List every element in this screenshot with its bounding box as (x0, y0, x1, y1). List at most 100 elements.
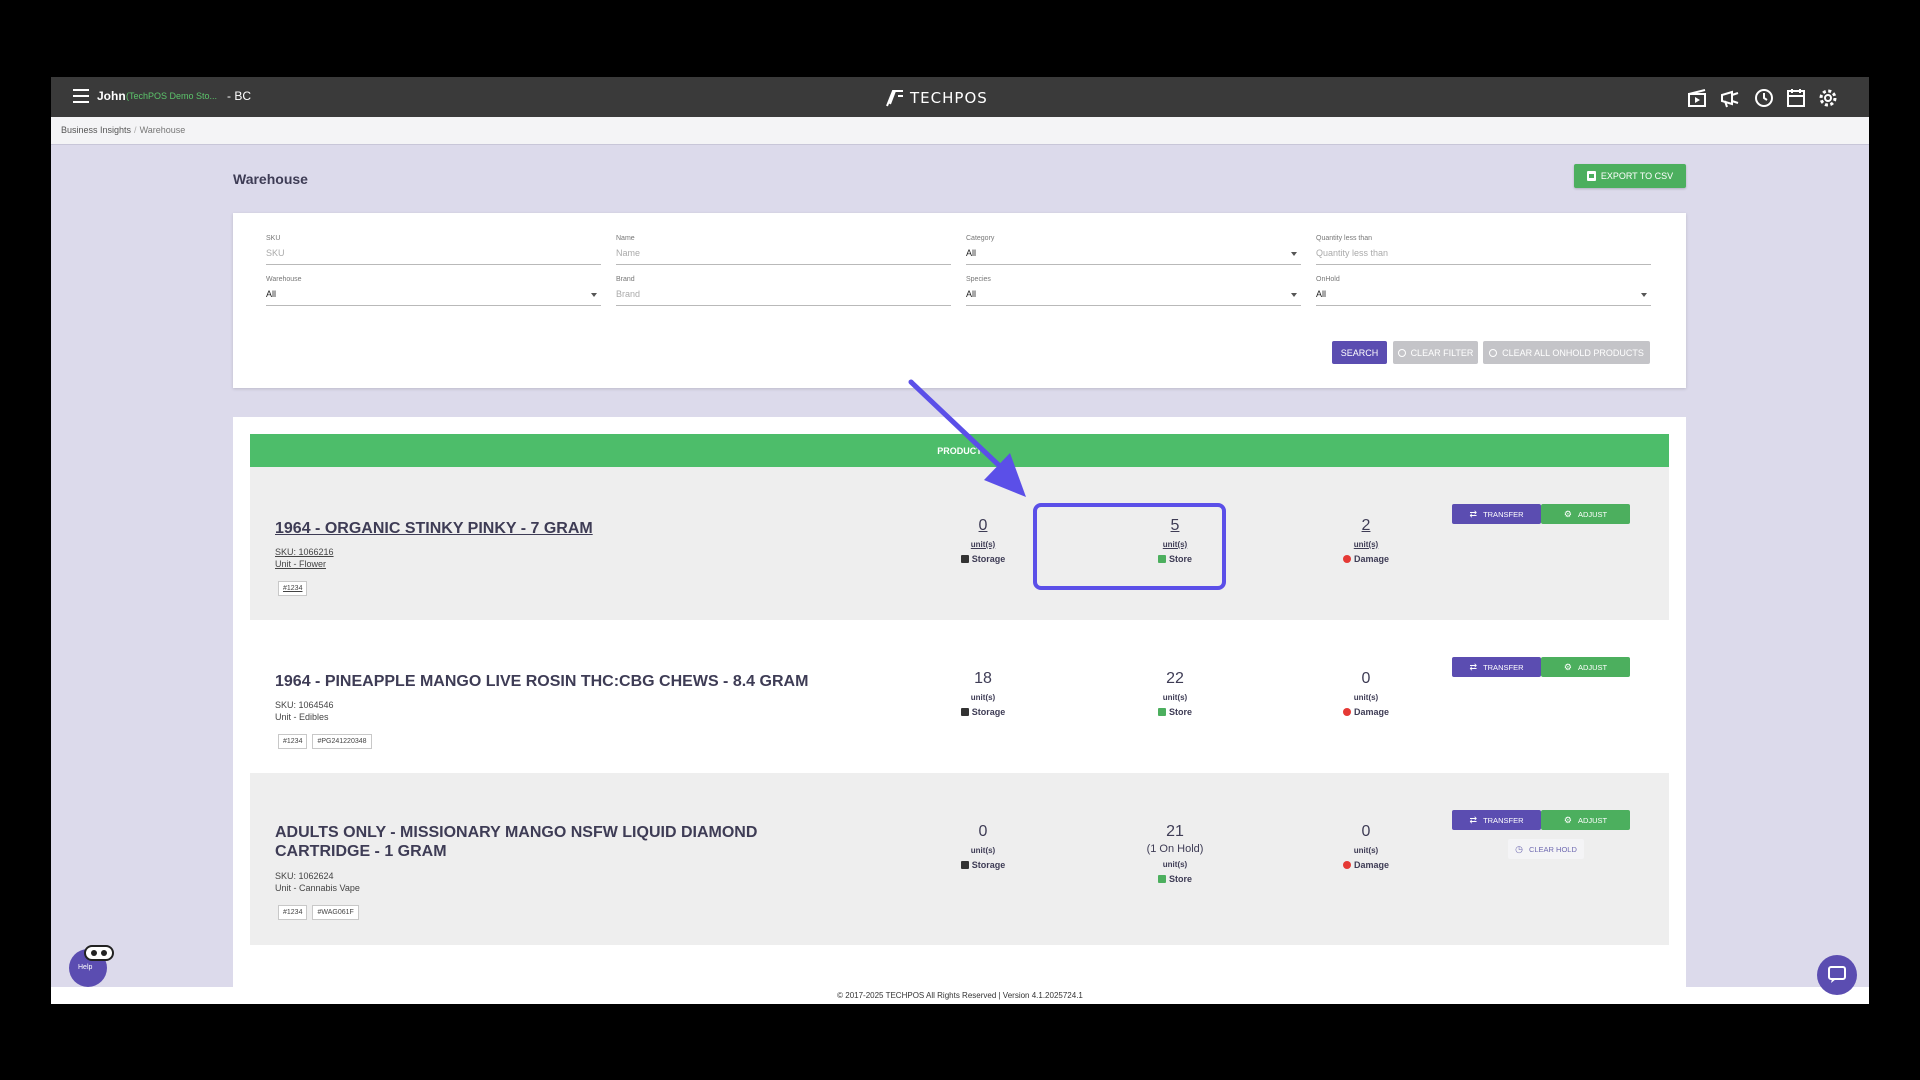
tag-list: #1234 #WAG061F (278, 905, 359, 920)
adjust-label: ADJUST (1577, 815, 1608, 825)
adjust-button[interactable]: ⚙ ADJUST (1541, 504, 1630, 524)
product-row: 1964 - PINEAPPLE MANGO LIVE ROSIN THC:CB… (250, 620, 1669, 773)
quantity-less-than-field[interactable]: Quantity less than Quantity less than (1316, 235, 1651, 265)
storage-count: 0 (978, 823, 988, 840)
storage-icon (960, 555, 969, 563)
gear-icon: ⚙ (1563, 508, 1572, 519)
export-csv-button[interactable]: EXPORT TO CSV (1574, 164, 1686, 188)
filter-panel: SKU SKU Name Name Category All Quantity … (233, 213, 1686, 388)
breadcrumb-current: Warehouse (139, 125, 186, 135)
sku-input[interactable]: SKU (266, 248, 285, 258)
store-text: Store (1168, 874, 1192, 884)
chat-button[interactable] (1817, 955, 1857, 995)
transfer-label: TRANSFER (1483, 509, 1524, 519)
storage-qty: 0 unit(s) Storage (918, 823, 1048, 870)
swap-icon: ⇄ (1469, 661, 1478, 672)
store-qty: 22 unit(s) Store (1110, 670, 1240, 717)
storage-label: Storage (918, 860, 1048, 870)
store-qty: 21 (1 On Hold) unit(s) Store (1110, 823, 1240, 884)
transfer-button[interactable]: ⇄ TRANSFER (1452, 504, 1541, 524)
onhold-select[interactable]: OnHold All (1316, 276, 1651, 306)
adjust-button[interactable]: ⚙ ADJUST (1541, 657, 1630, 677)
transfer-button[interactable]: ⇄ TRANSFER (1452, 810, 1541, 830)
megaphone-icon[interactable] (1719, 87, 1741, 109)
damage-label: Damage (1301, 554, 1431, 564)
chevron-down-icon (591, 293, 597, 297)
page-title: Warehouse (233, 171, 308, 187)
brand-field[interactable]: Brand Brand (616, 276, 951, 306)
store-icon (1157, 708, 1166, 716)
app-window: John (TechPOS Demo Sto... - BC TECHPOS B… (51, 77, 1869, 1004)
footer: © 2017-2025 TECHPOS All Rights Reserved … (51, 987, 1869, 1004)
product-row: ADULTS ONLY - MISSIONARY MANGO NSFW LIQU… (250, 773, 1669, 945)
storage-label: Storage (918, 554, 1048, 564)
damage-text: Damage (1353, 707, 1389, 717)
name-field[interactable]: Name Name (616, 235, 951, 265)
clear-filter-label: CLEAR FILTER (1410, 347, 1474, 358)
storage-count-link[interactable]: 0 (918, 517, 1048, 535)
product-name[interactable]: ADULTS ONLY - MISSIONARY MANGO NSFW LIQU… (275, 823, 815, 861)
damage-count: 0 (1361, 823, 1371, 840)
units-label: unit(s) (1353, 540, 1379, 549)
warehouse-select[interactable]: Warehouse All (266, 276, 601, 306)
calendar-icon[interactable] (1785, 87, 1807, 109)
store-label: Store (1110, 874, 1240, 884)
tag[interactable]: #1234 (278, 905, 308, 920)
product-name[interactable]: 1964 - PINEAPPLE MANGO LIVE ROSIN THC:CB… (275, 672, 875, 691)
brand-label: Brand (616, 276, 635, 283)
clear-filter-button[interactable]: CLEAR FILTER (1393, 341, 1478, 364)
tag-list: #1234 (278, 581, 308, 596)
sku-label: SKU (266, 235, 281, 242)
store-icon (1157, 875, 1166, 883)
name-label: Name (616, 235, 635, 242)
clock-icon[interactable] (1753, 87, 1775, 109)
tag[interactable]: #WAG061F (312, 905, 359, 920)
damage-qty: 0 unit(s) Damage (1301, 823, 1431, 870)
search-button[interactable]: SEARCH (1332, 341, 1387, 364)
category-select[interactable]: Category All (966, 235, 1301, 265)
warehouse-value: All (266, 289, 277, 299)
name-input[interactable]: Name (616, 248, 640, 258)
clear-all-onhold-button[interactable]: CLEAR ALL ONHOLD PRODUCTS (1483, 341, 1650, 364)
products-panel: PRODUCT 1964 - ORGANIC STINKY PINKY - 7 … (233, 417, 1686, 1004)
csv-file-icon (1586, 171, 1596, 181)
brand-input[interactable]: Brand (616, 289, 640, 299)
category-value: All (966, 248, 977, 258)
damage-label: Damage (1301, 707, 1431, 717)
tag[interactable]: #PG241220348 (312, 734, 372, 749)
units-label: unit(s) (1353, 846, 1379, 855)
onhold-value: All (1316, 289, 1327, 299)
chevron-down-icon (1641, 293, 1647, 297)
gear-icon[interactable] (1817, 87, 1839, 109)
units-label: unit(s) (1162, 860, 1188, 869)
clear-hold-label: CLEAR HOLD (1528, 844, 1577, 854)
tag[interactable]: #1234 (278, 581, 308, 596)
quantity-less-than-input[interactable]: Quantity less than (1316, 248, 1388, 258)
damage-text: Damage (1353, 860, 1389, 870)
transfer-label: TRANSFER (1483, 662, 1524, 672)
product-unit: Unit - Cannabis Vape (275, 883, 360, 893)
products-header: PRODUCT (250, 434, 1669, 467)
storage-icon (960, 708, 969, 716)
breadcrumb-root[interactable]: Business Insights (61, 125, 131, 135)
product-sku: SKU: 1062624 (275, 871, 334, 881)
units-label: unit(s) (970, 540, 996, 549)
transfer-button[interactable]: ⇄ TRANSFER (1452, 657, 1541, 677)
tag[interactable]: #1234 (278, 734, 308, 749)
history-icon (1489, 348, 1498, 357)
storage-text: Storage (971, 707, 1006, 717)
hamburger-menu-icon[interactable] (73, 89, 89, 103)
logo-text: TECHPOS (910, 89, 988, 107)
sku-field[interactable]: SKU SKU (266, 235, 601, 265)
damage-count-link[interactable]: 2 (1301, 517, 1431, 535)
storage-qty: 0 unit(s) Storage (918, 517, 1048, 564)
film-icon[interactable] (1686, 87, 1708, 109)
store-label: Store (1110, 707, 1240, 717)
adjust-button[interactable]: ⚙ ADJUST (1541, 810, 1630, 830)
units-label: unit(s) (1162, 693, 1188, 702)
product-name-link[interactable]: 1964 - ORGANIC STINKY PINKY - 7 GRAM (275, 519, 815, 538)
damage-qty: 0 unit(s) Damage (1301, 670, 1431, 717)
chevron-down-icon (1291, 252, 1297, 256)
species-select[interactable]: Species All (966, 276, 1301, 306)
clear-hold-button[interactable]: ◷ CLEAR HOLD (1508, 839, 1584, 859)
